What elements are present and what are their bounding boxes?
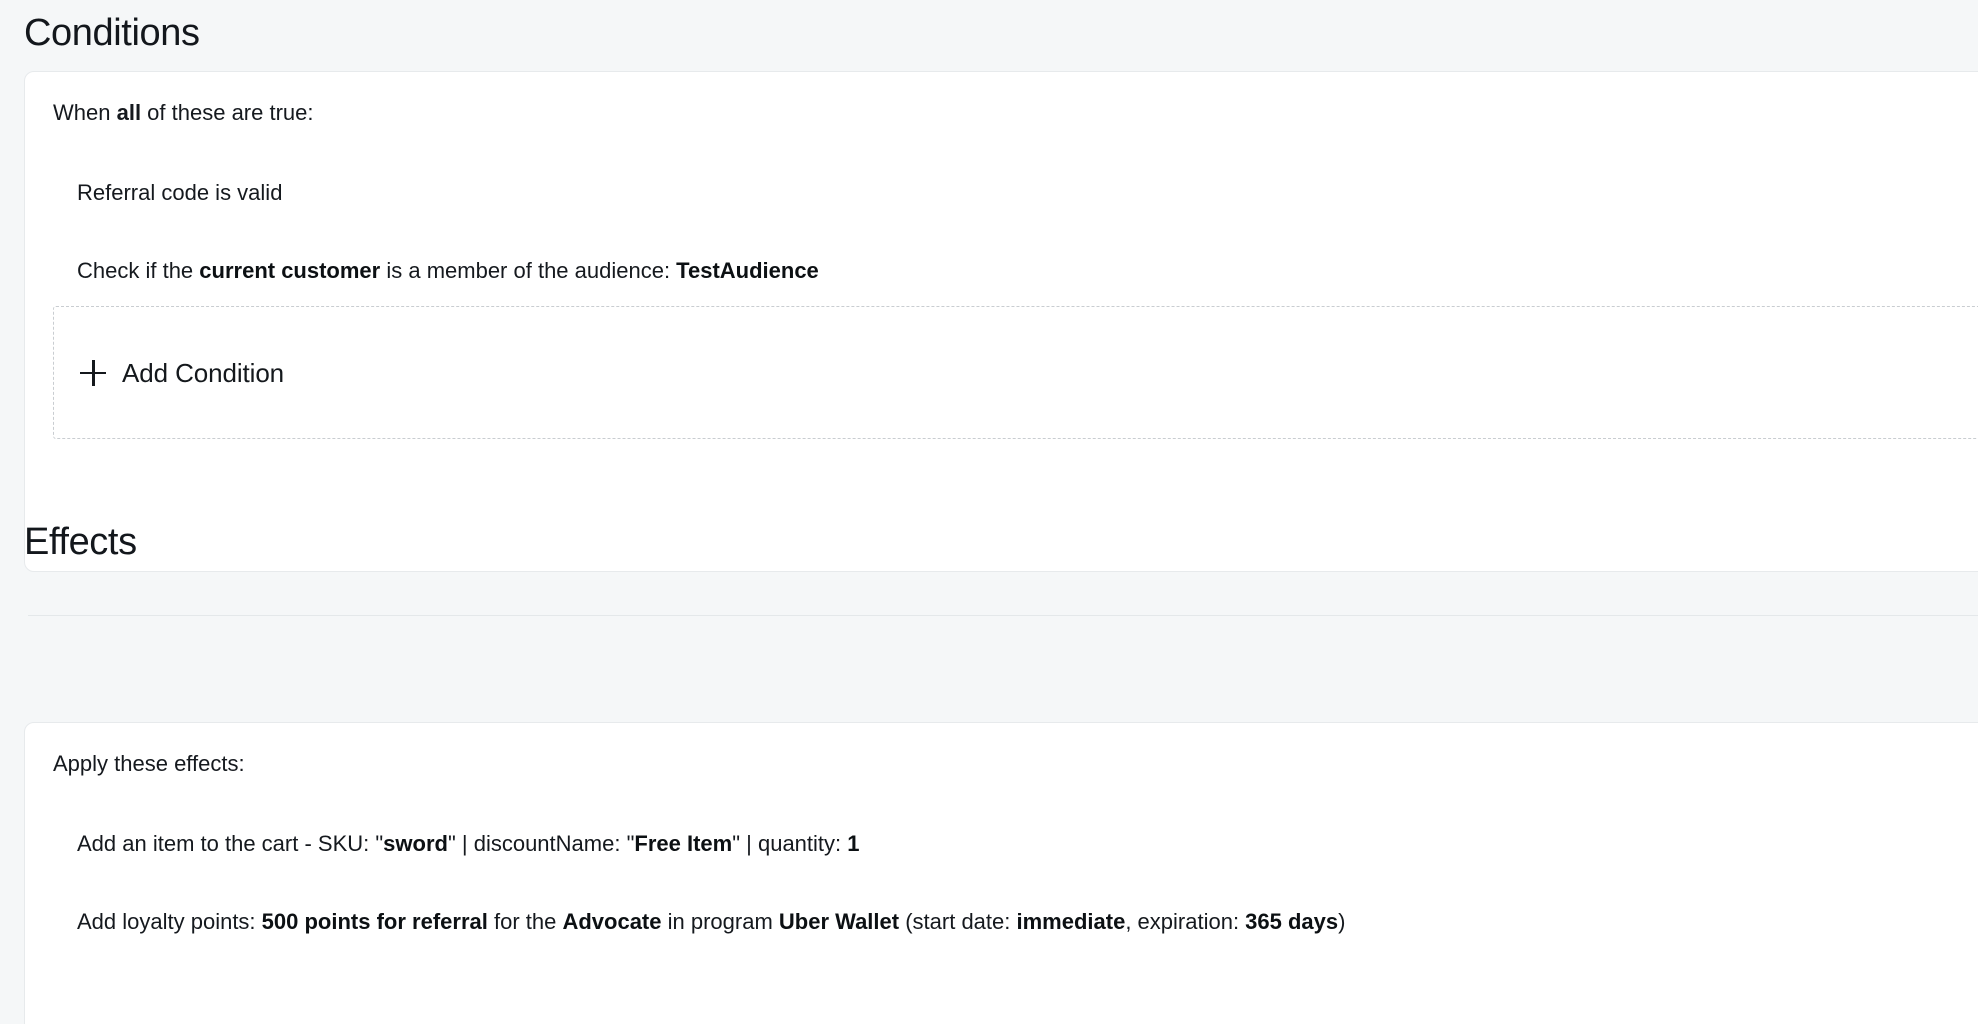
rule-value: immediate	[1016, 909, 1126, 934]
rule-text: is a member of the audience:	[380, 258, 677, 283]
rule-text: Add loyalty points:	[77, 909, 262, 934]
conditions-intro-emphasis: all	[116, 100, 142, 125]
rule-value: 500 points for referral	[261, 909, 488, 934]
add-condition-label: Add Condition	[122, 357, 285, 388]
rule-text: Check if the	[77, 258, 200, 283]
condition-row-referral-code-valid[interactable]: Referral code is valid	[77, 182, 282, 204]
section-divider	[28, 615, 1978, 616]
rule-value: Free Item	[634, 831, 733, 856]
rule-value: sword	[383, 831, 448, 856]
rule-value: TestAudience	[676, 258, 819, 283]
rule-text: in program	[661, 909, 779, 934]
conditions-section-header: Conditions	[24, 14, 200, 52]
page-title-conditions: Conditions	[24, 12, 200, 54]
rule-text: )	[1338, 909, 1346, 934]
rule-text: " | discountName: "	[447, 831, 635, 856]
condition-row-audience-membership[interactable]: Check if the current customer is a membe…	[77, 260, 819, 282]
rule-text: Add an item to the cart - SKU: "	[77, 831, 384, 856]
conditions-card: When all of these are true: Referral cod…	[24, 71, 1978, 572]
rule-value: Advocate	[562, 909, 662, 934]
rule-value: 365 days	[1245, 909, 1339, 934]
rule-value: 1	[847, 831, 860, 856]
rule-value: current customer	[199, 258, 381, 283]
rule-text: (start date:	[899, 909, 1017, 934]
conditions-intro-text: When all of these are true:	[53, 102, 314, 124]
effects-section-header: Effects	[24, 523, 137, 561]
effects-card: Apply these effects: Add an item to the …	[24, 722, 1978, 1024]
rule-text: " | quantity:	[732, 831, 848, 856]
page-title-effects: Effects	[24, 521, 137, 563]
effect-row-add-item-to-cart[interactable]: Add an item to the cart - SKU: "sword" |…	[77, 833, 860, 855]
rule-builder-page: Conditions When all of these are true: R…	[0, 0, 1978, 1024]
rule-text: , expiration:	[1125, 909, 1246, 934]
effects-intro-text: Apply these effects:	[53, 751, 245, 776]
add-condition-button[interactable]: Add Condition	[53, 306, 1978, 439]
conditions-intro-suffix: of these are true:	[141, 100, 314, 125]
conditions-intro-prefix: When	[53, 100, 117, 125]
effect-row-add-loyalty-points[interactable]: Add loyalty points: 500 points for refer…	[77, 911, 1345, 933]
rule-text: Referral code is valid	[77, 180, 283, 205]
rule-value: Uber Wallet	[778, 909, 900, 934]
plus-icon	[80, 359, 106, 386]
rule-text: for the	[487, 909, 563, 934]
